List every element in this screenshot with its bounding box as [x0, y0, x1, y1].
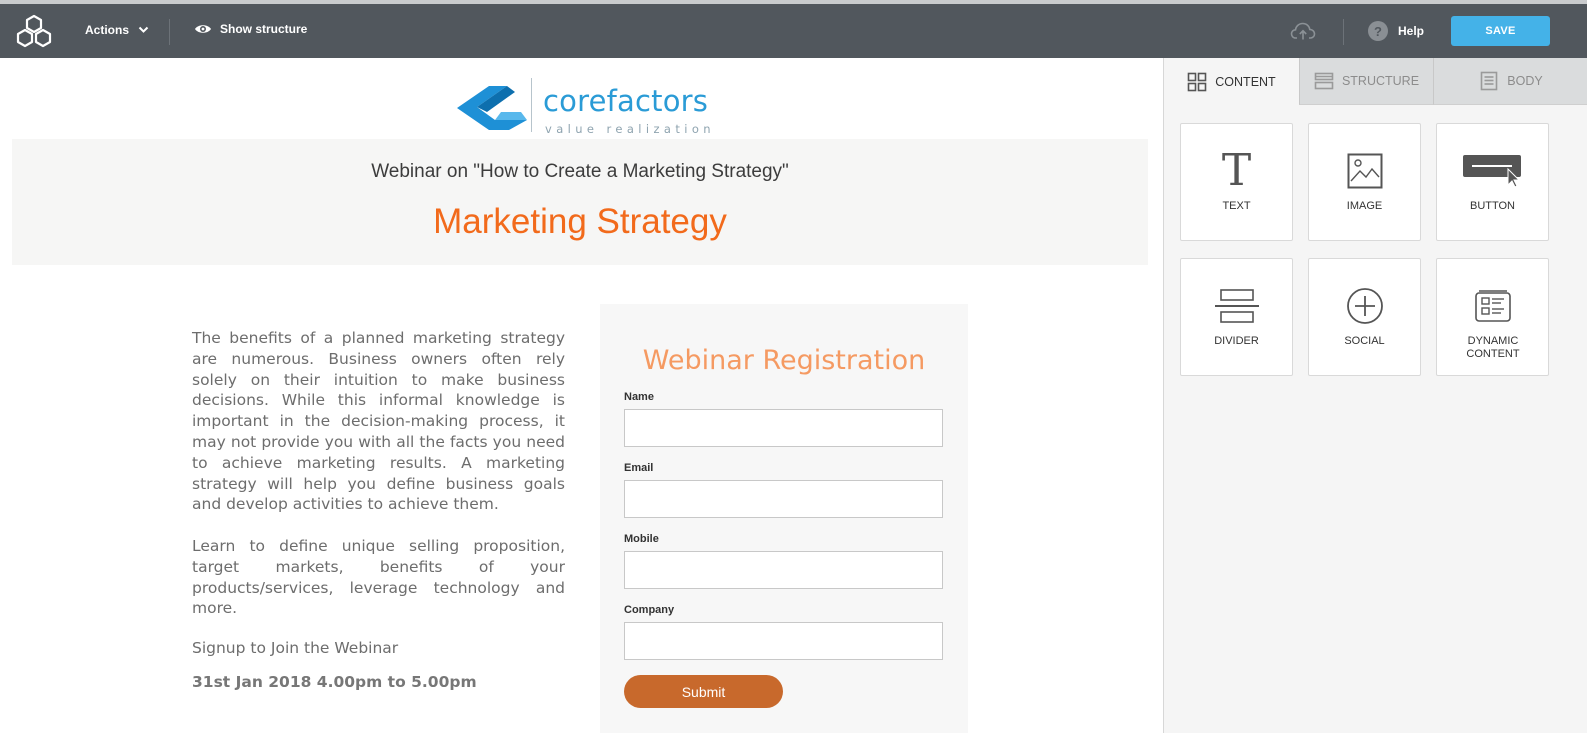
webinar-date: 31st Jan 2018 4.00pm to 5.00pm: [192, 673, 477, 691]
block-label: BUTTON: [1469, 200, 1516, 212]
block-social[interactable]: SOCIAL: [1308, 258, 1421, 376]
brand-logo[interactable]: corefactors value realization: [455, 76, 715, 136]
panel-tabs: CONTENT STRUCTURE BODY: [1164, 58, 1587, 105]
show-structure-label: Show structure: [220, 22, 308, 36]
paragraph: The benefits of a planned marketing stra…: [192, 329, 565, 514]
top-toolbar: Actions Show structure ? Help SAVE: [0, 4, 1587, 58]
block-dynamic-content[interactable]: DYNAMIC CONTENT: [1436, 258, 1549, 376]
dynamic-content-icon: [1437, 283, 1548, 329]
company-label: Company: [624, 604, 675, 616]
block-divider[interactable]: DIVIDER: [1180, 258, 1293, 376]
hero-banner[interactable]: Webinar on "How to Create a Marketing St…: [12, 139, 1148, 265]
actions-label: Actions: [85, 23, 130, 37]
hero-subtitle: Webinar on "How to Create a Marketing St…: [371, 161, 789, 182]
block-label: DIVIDER: [1214, 335, 1259, 347]
tab-label: STRUCTURE: [1341, 74, 1420, 88]
email-canvas: corefactors value realization Webinar on…: [0, 58, 1163, 733]
mobile-label: Mobile: [624, 533, 659, 545]
form-title: Webinar Registration: [642, 345, 926, 376]
block-button[interactable]: BUTTON: [1436, 123, 1549, 241]
brand-tagline: value realization: [545, 122, 715, 136]
help-label: Help: [1398, 24, 1425, 38]
corefactors-logo-icon: [457, 86, 527, 130]
tab-label: CONTENT: [1215, 74, 1276, 89]
toolbar-divider: [1343, 19, 1344, 45]
tab-body[interactable]: BODY: [1433, 58, 1587, 105]
show-structure-toggle[interactable]: Show structure: [194, 22, 307, 36]
button-icon: [1437, 148, 1548, 194]
divider-icon: [1181, 283, 1292, 329]
text-icon: T: [1221, 145, 1252, 196]
block-label: DYNAMIC CONTENT: [1466, 335, 1520, 360]
email-label: Email: [624, 462, 654, 474]
block-text[interactable]: T TEXT: [1180, 123, 1293, 241]
block-label: SOCIAL: [1344, 335, 1385, 347]
toolbar-divider: [169, 19, 170, 45]
tab-content[interactable]: CONTENT: [1164, 58, 1299, 105]
body-text-block[interactable]: The benefits of a planned marketing stra…: [192, 328, 565, 640]
name-field[interactable]: [624, 409, 943, 447]
block-label: TEXT: [1222, 200, 1251, 212]
image-icon: [1309, 148, 1420, 194]
save-button[interactable]: SAVE: [1451, 16, 1550, 46]
cloud-upload-icon[interactable]: [1290, 21, 1316, 41]
block-image[interactable]: IMAGE: [1308, 123, 1421, 241]
help-button[interactable]: ? Help: [1368, 21, 1424, 41]
logo-divider: [531, 78, 532, 132]
page-icon: [1480, 71, 1498, 91]
grid-icon: [1187, 72, 1207, 91]
email-field[interactable]: [624, 480, 943, 518]
eye-icon: [195, 25, 211, 33]
name-label: Name: [624, 391, 654, 403]
block-label: IMAGE: [1346, 200, 1383, 212]
social-plus-icon: [1309, 283, 1420, 329]
company-field[interactable]: [624, 622, 943, 660]
submit-button[interactable]: Submit: [624, 675, 783, 708]
hero-title: Marketing Strategy: [433, 202, 727, 241]
chevron-down-icon: [138, 26, 149, 33]
app-logo-icon[interactable]: [16, 14, 52, 50]
tab-structure[interactable]: STRUCTURE: [1299, 58, 1433, 105]
rows-icon: [1314, 72, 1334, 90]
content-panel: CONTENT STRUCTURE BODY T TEXT IMAGE BUTT…: [1163, 58, 1587, 733]
mobile-field[interactable]: [624, 551, 943, 589]
signup-text: Signup to Join the Webinar: [192, 639, 399, 657]
help-icon: ?: [1368, 21, 1388, 41]
registration-form: Webinar Registration Name Email Mobile C…: [600, 304, 968, 733]
actions-menu[interactable]: Actions: [85, 23, 149, 37]
paragraph: Learn to define unique selling propositi…: [192, 536, 565, 618]
tab-label: BODY: [1507, 74, 1543, 88]
brand-name: corefactors: [543, 84, 709, 118]
